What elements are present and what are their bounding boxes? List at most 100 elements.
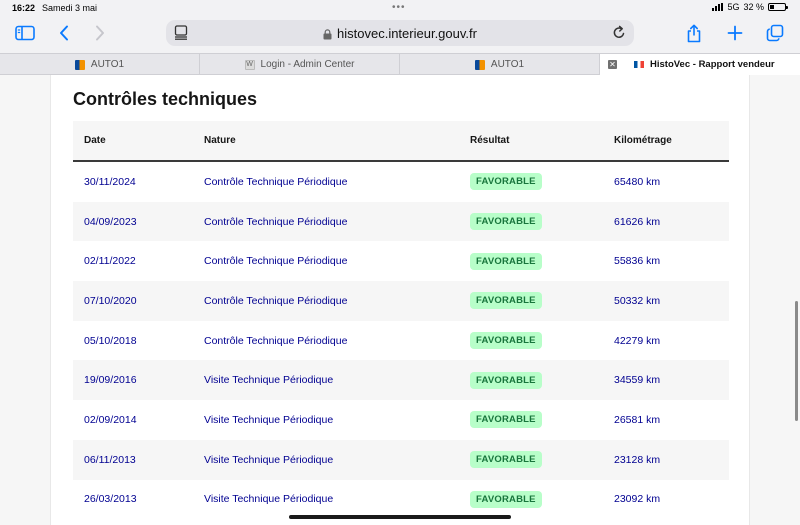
header-date: Date bbox=[84, 135, 106, 146]
header-mileage: Kilométrage bbox=[614, 135, 672, 146]
cell-date: 06/11/2013 bbox=[84, 453, 136, 466]
reload-button[interactable] bbox=[612, 25, 626, 45]
table-row: 04/09/2023 Contrôle Technique Périodique F… bbox=[73, 201, 729, 242]
table-row: 05/10/2018 Contrôle Technique Périodique F… bbox=[73, 321, 729, 361]
inspections-table: Date Nature Résultat Kilométrage 30/11/2… bbox=[73, 121, 729, 519]
tab-auto1-second[interactable]: AUTO1 bbox=[400, 54, 600, 75]
status-right: 5G 32 % bbox=[712, 2, 788, 12]
close-tab-icon[interactable]: ✕ bbox=[608, 60, 617, 69]
result-badge: FAVORABLE bbox=[470, 252, 542, 270]
cell-date: 07/10/2020 bbox=[84, 294, 137, 307]
cell-result: FAVORABLE bbox=[459, 332, 602, 350]
signal-icon bbox=[712, 3, 724, 11]
url-text: histovec.interieur.gouv.fr bbox=[337, 26, 477, 41]
tab-label: HistoVec - Rapport vendeur bbox=[650, 59, 775, 70]
forward-button[interactable] bbox=[90, 16, 110, 50]
cell-date: 04/09/2023 bbox=[84, 215, 137, 228]
share-icon bbox=[687, 23, 701, 42]
cell-mileage: 50332 km bbox=[614, 294, 661, 307]
browser-toolbar: histovec.interieur.gouv.fr bbox=[0, 16, 800, 52]
w-favicon-icon: W bbox=[244, 59, 255, 70]
cell-result: FAVORABLE bbox=[459, 173, 602, 191]
cell-nature: Contrôle Technique Périodique bbox=[204, 255, 348, 268]
sidebar-button[interactable] bbox=[12, 16, 38, 50]
cell-date: 19/09/2016 bbox=[84, 374, 137, 387]
lock-icon bbox=[323, 29, 332, 40]
table-row: 06/11/2013 Visite Technique Périodique FAV… bbox=[73, 439, 729, 480]
cell-mileage: 61626 km bbox=[614, 215, 661, 228]
table-row: 02/09/2014 Visite Technique Périodique FAV… bbox=[73, 400, 729, 440]
tab-bar: AUTO1 W Login - Admin Center AUTO1 ✕ His… bbox=[0, 53, 800, 75]
table-row: 19/09/2016 Visite Technique Périodique FAV… bbox=[73, 360, 729, 401]
tab-histovec[interactable]: ✕ HistoVec - Rapport vendeur bbox=[600, 54, 800, 75]
cell-date: 30/11/2024 bbox=[84, 175, 136, 188]
auto1-favicon-icon bbox=[474, 59, 485, 70]
result-badge: FAVORABLE bbox=[470, 411, 542, 429]
result-badge: FAVORABLE bbox=[470, 332, 542, 350]
cell-date: 05/10/2018 bbox=[84, 334, 137, 347]
status-date: Samedi 3 mai bbox=[42, 3, 98, 13]
cell-nature: Visite Technique Périodique bbox=[204, 453, 334, 466]
cell-result: FAVORABLE bbox=[459, 451, 602, 469]
cell-mileage: 65480 km bbox=[614, 175, 661, 188]
result-badge: FAVORABLE bbox=[470, 173, 542, 191]
status-time: 16:22 bbox=[12, 3, 36, 13]
result-badge: FAVORABLE bbox=[470, 213, 542, 231]
cell-result: FAVORABLE bbox=[459, 292, 602, 310]
tab-login-admin-center[interactable]: W Login - Admin Center bbox=[200, 54, 400, 75]
table-body: 30/11/2024 Contrôle Technique Périodique F… bbox=[73, 162, 729, 519]
cell-nature: Contrôle Technique Périodique bbox=[204, 215, 348, 228]
multitasking-dots[interactable]: ••• bbox=[392, 2, 406, 13]
back-button[interactable] bbox=[54, 16, 74, 50]
cell-result: FAVORABLE bbox=[459, 490, 602, 508]
cell-mileage: 34559 km bbox=[614, 374, 661, 387]
home-indicator[interactable] bbox=[289, 515, 511, 519]
cell-mileage: 55836 km bbox=[614, 255, 661, 268]
tab-label: AUTO1 bbox=[490, 59, 525, 70]
cell-nature: Visite Technique Périodique bbox=[204, 374, 334, 387]
table-row: 30/11/2024 Contrôle Technique Périodique F… bbox=[73, 162, 729, 202]
battery-icon bbox=[768, 3, 788, 11]
status-bar: 16:22 Samedi 3 mai ••• 5G 32 % bbox=[0, 0, 800, 16]
section-title: Contrôles techniques bbox=[73, 89, 258, 109]
cell-result: FAVORABLE bbox=[459, 213, 602, 231]
chevron-right-icon bbox=[96, 25, 104, 41]
french-flag-icon bbox=[634, 61, 644, 68]
table-row: 07/10/2020 Contrôle Technique Périodique F… bbox=[73, 281, 729, 321]
tab-auto1-first[interactable]: AUTO1 bbox=[0, 54, 200, 75]
content-card: Contrôles techniques Date Nature Résulta… bbox=[50, 75, 750, 525]
cell-nature: Contrôle Technique Périodique bbox=[204, 294, 348, 307]
result-badge: FAVORABLE bbox=[470, 371, 542, 389]
tabs-overview-icon bbox=[766, 24, 784, 42]
battery-percent: 32 % bbox=[743, 2, 764, 12]
header-nature: Nature bbox=[204, 135, 236, 146]
url-display[interactable]: histovec.interieur.gouv.fr bbox=[166, 26, 634, 41]
sidebar-icon bbox=[15, 25, 35, 41]
cell-result: FAVORABLE bbox=[459, 371, 602, 389]
network-label: 5G bbox=[727, 2, 740, 12]
plus-icon bbox=[727, 25, 743, 41]
result-badge: FAVORABLE bbox=[470, 451, 542, 469]
cell-date: 26/03/2013 bbox=[84, 493, 137, 506]
result-badge: FAVORABLE bbox=[470, 490, 542, 508]
tab-label: AUTO1 bbox=[90, 59, 125, 70]
cell-nature: Visite Technique Périodique bbox=[204, 413, 334, 426]
cell-mileage: 26581 km bbox=[614, 413, 661, 426]
address-bar[interactable]: histovec.interieur.gouv.fr bbox=[166, 20, 634, 46]
battery-fill bbox=[770, 5, 775, 9]
share-button[interactable] bbox=[683, 16, 705, 50]
new-tab-button[interactable] bbox=[724, 16, 746, 50]
cell-date: 02/09/2014 bbox=[84, 413, 137, 426]
scrollbar[interactable] bbox=[795, 301, 798, 421]
cell-mileage: 42279 km bbox=[614, 334, 661, 347]
cell-result: FAVORABLE bbox=[459, 411, 602, 429]
reload-icon bbox=[613, 25, 625, 38]
tab-label: Login - Admin Center bbox=[260, 59, 355, 70]
cell-nature: Visite Technique Périodique bbox=[204, 493, 334, 506]
table-header: Date Nature Résultat Kilométrage bbox=[73, 121, 729, 162]
auto1-favicon-icon bbox=[74, 59, 85, 70]
cell-mileage: 23128 km bbox=[614, 453, 661, 466]
tabs-overview-button[interactable] bbox=[764, 16, 786, 50]
cell-mileage: 23092 km bbox=[614, 493, 661, 506]
table-row: 26/03/2013 Visite Technique Périodique FAV… bbox=[73, 480, 729, 520]
